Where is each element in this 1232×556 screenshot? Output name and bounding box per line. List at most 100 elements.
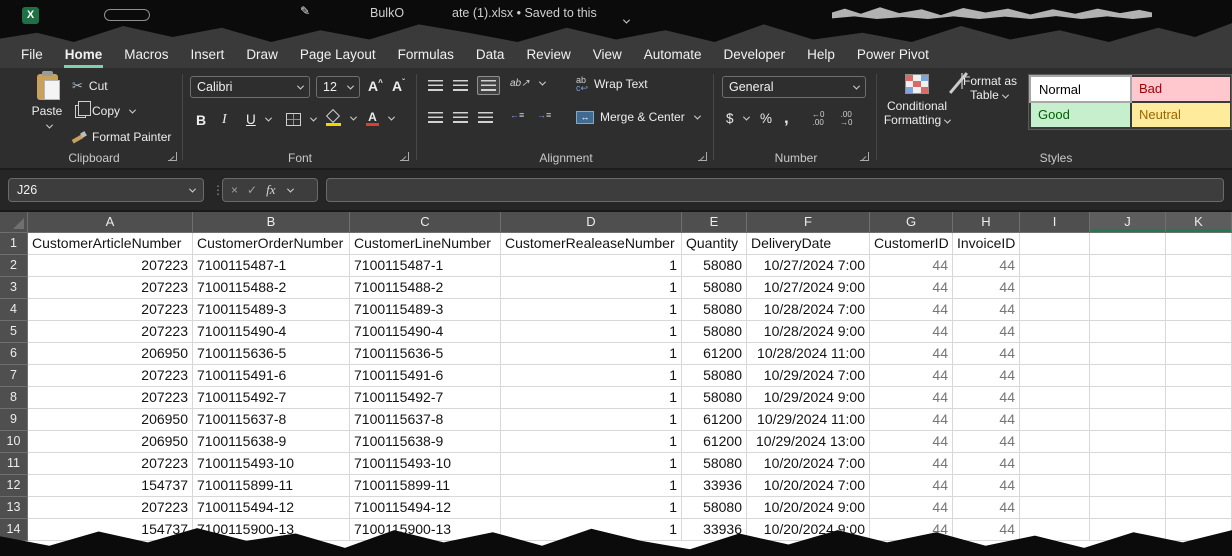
tab-insert[interactable]: Insert [180, 42, 236, 67]
cell-A2[interactable]: 207223 [28, 255, 193, 277]
tab-review[interactable]: Review [515, 42, 581, 67]
decrease-decimal-button[interactable]: .00→0 [840, 111, 852, 126]
cell-E4[interactable]: 58080 [682, 299, 747, 321]
cut-button[interactable]: ✂Cut [72, 78, 108, 94]
cell-C4[interactable]: 7100115489-3 [350, 299, 501, 321]
row-header-2[interactable]: 2 [0, 255, 28, 277]
decrease-indent-button[interactable]: ←≡ [510, 111, 524, 119]
cell-G6[interactable]: 44 [870, 343, 953, 365]
wrap-text-button[interactable]: abc↩Wrap Text [576, 76, 648, 92]
cell-B8[interactable]: 7100115492-7 [193, 387, 350, 409]
tab-help[interactable]: Help [796, 42, 846, 67]
accounting-format-button[interactable]: $ [726, 111, 749, 126]
tab-home[interactable]: Home [54, 42, 114, 67]
cell-J4[interactable] [1090, 299, 1166, 321]
font-dialog-launcher-icon[interactable] [400, 152, 409, 161]
column-header-A[interactable]: A [28, 212, 193, 233]
cell-C2[interactable]: 7100115487-1 [350, 255, 501, 277]
cell-E1[interactable]: Quantity [682, 233, 747, 255]
cell-J7[interactable] [1090, 365, 1166, 387]
cell-D9[interactable]: 1 [501, 409, 682, 431]
cell-F6[interactable]: 10/28/2024 11:00 [747, 343, 870, 365]
cell-E5[interactable]: 58080 [682, 321, 747, 343]
cell-C5[interactable]: 7100115490-4 [350, 321, 501, 343]
cell-D11[interactable]: 1 [501, 453, 682, 475]
underline-chevron-icon[interactable] [265, 115, 272, 122]
column-header-I[interactable]: I [1020, 212, 1090, 233]
column-header-E[interactable]: E [682, 212, 747, 233]
cell-K1[interactable] [1166, 233, 1232, 255]
cell-H9[interactable]: 44 [953, 409, 1020, 431]
column-header-H[interactable]: H [953, 212, 1020, 233]
merge-center-button[interactable]: ↔Merge & Center [576, 110, 700, 124]
cell-E6[interactable]: 61200 [682, 343, 747, 365]
cancel-icon[interactable]: × [231, 183, 238, 197]
cell-F13[interactable]: 10/20/2024 9:00 [747, 497, 870, 519]
increase-decimal-button[interactable]: ←0.00 [812, 111, 824, 126]
formula-input[interactable] [326, 178, 1224, 202]
name-box[interactable]: J26 [8, 178, 204, 202]
cell-H8[interactable]: 44 [953, 387, 1020, 409]
cell-D3[interactable]: 1 [501, 277, 682, 299]
increase-indent-button[interactable]: →≡ [537, 111, 551, 119]
tab-formulas[interactable]: Formulas [387, 42, 465, 67]
cell-C8[interactable]: 7100115492-7 [350, 387, 501, 409]
cell-H2[interactable]: 44 [953, 255, 1020, 277]
fill-color-button[interactable] [326, 110, 356, 126]
cell-K9[interactable] [1166, 409, 1232, 431]
cell-I9[interactable] [1020, 409, 1090, 431]
cell-G10[interactable]: 44 [870, 431, 953, 453]
cell-D8[interactable]: 1 [501, 387, 682, 409]
orientation-button[interactable]: ab↗ [510, 78, 545, 89]
clipboard-dialog-launcher-icon[interactable] [168, 152, 177, 161]
cell-F10[interactable]: 10/29/2024 13:00 [747, 431, 870, 453]
cell-I12[interactable] [1020, 475, 1090, 497]
cell-D12[interactable]: 1 [501, 475, 682, 497]
cell-H10[interactable]: 44 [953, 431, 1020, 453]
cell-D4[interactable]: 1 [501, 299, 682, 321]
row-header-7[interactable]: 7 [0, 365, 28, 387]
cell-H14[interactable]: 44 [953, 519, 1020, 541]
number-dialog-launcher-icon[interactable] [860, 152, 869, 161]
cell-style-neutral[interactable]: Neutral [1132, 103, 1230, 127]
cell-A10[interactable]: 206950 [28, 431, 193, 453]
percent-style-button[interactable]: % [760, 111, 772, 126]
cell-I8[interactable] [1020, 387, 1090, 409]
merge-center-chevron-icon[interactable] [694, 112, 701, 119]
borders-button[interactable] [286, 113, 316, 126]
cell-I3[interactable] [1020, 277, 1090, 299]
fx-chevron-icon[interactable] [287, 185, 294, 192]
alignment-dialog-launcher-icon[interactable] [698, 152, 707, 161]
cell-D6[interactable]: 1 [501, 343, 682, 365]
column-header-K[interactable]: K [1166, 212, 1232, 233]
font-name-combo[interactable]: Calibri [190, 76, 310, 98]
column-header-J[interactable]: J [1090, 212, 1166, 233]
column-header-F[interactable]: F [747, 212, 870, 233]
cell-C11[interactable]: 7100115493-10 [350, 453, 501, 475]
cell-H4[interactable]: 44 [953, 299, 1020, 321]
enter-icon[interactable]: ✓ [247, 183, 257, 197]
cell-K8[interactable] [1166, 387, 1232, 409]
tab-file[interactable]: File [10, 42, 54, 67]
cell-A11[interactable]: 207223 [28, 453, 193, 475]
cell-C9[interactable]: 7100115637-8 [350, 409, 501, 431]
cell-G2[interactable]: 44 [870, 255, 953, 277]
cell-E8[interactable]: 58080 [682, 387, 747, 409]
cell-C6[interactable]: 7100115636-5 [350, 343, 501, 365]
cell-A8[interactable]: 207223 [28, 387, 193, 409]
cell-D5[interactable]: 1 [501, 321, 682, 343]
cell-G4[interactable]: 44 [870, 299, 953, 321]
cell-D10[interactable]: 1 [501, 431, 682, 453]
font-color-chevron-icon[interactable] [388, 113, 395, 120]
cell-J12[interactable] [1090, 475, 1166, 497]
cell-H5[interactable]: 44 [953, 321, 1020, 343]
cell-D7[interactable]: 1 [501, 365, 682, 387]
cell-G1[interactable]: CustomerID [870, 233, 953, 255]
cell-B4[interactable]: 7100115489-3 [193, 299, 350, 321]
cell-A1[interactable]: CustomerArticleNumber [28, 233, 193, 255]
cell-A5[interactable]: 207223 [28, 321, 193, 343]
row-header-4[interactable]: 4 [0, 299, 28, 321]
cell-A7[interactable]: 207223 [28, 365, 193, 387]
cell-B1[interactable]: CustomerOrderNumber [193, 233, 350, 255]
row-header-10[interactable]: 10 [0, 431, 28, 453]
